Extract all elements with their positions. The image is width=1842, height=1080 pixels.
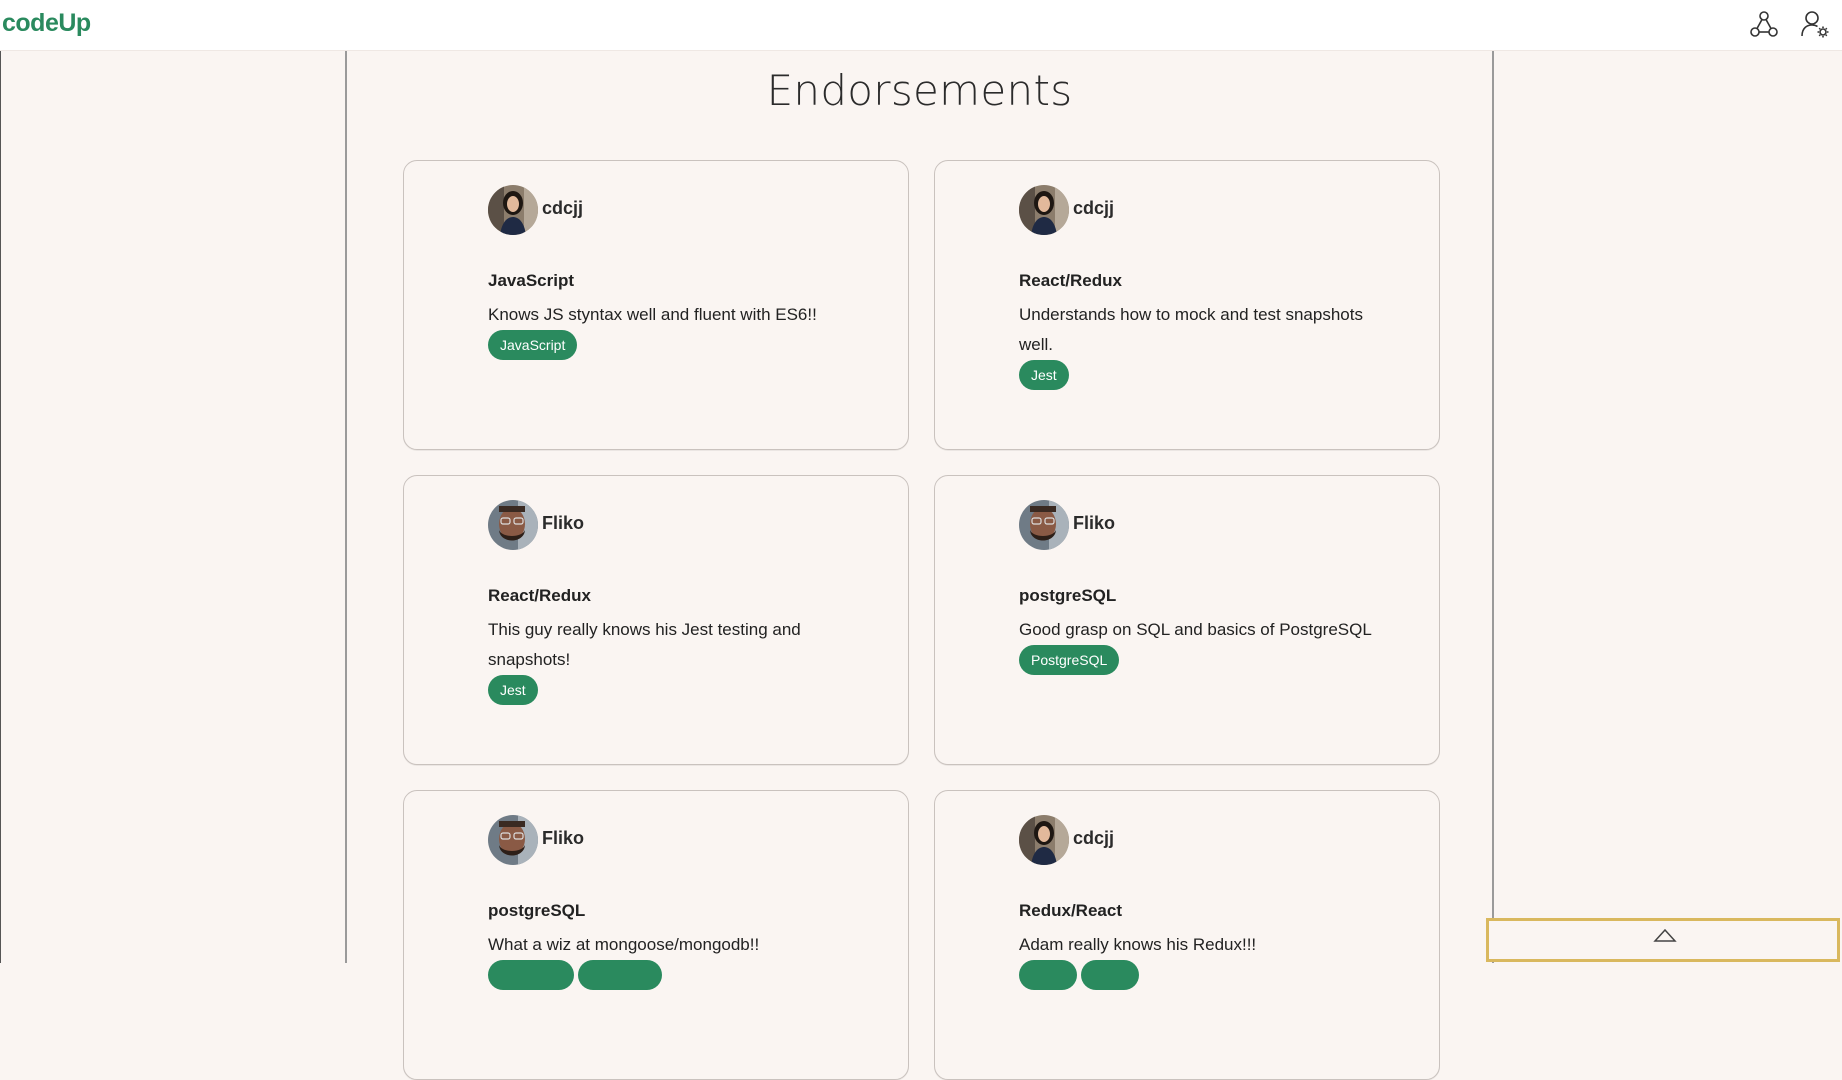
tag-list: Jest <box>1019 360 1379 390</box>
man-avatar[interactable] <box>488 815 538 865</box>
endorsement-comment: What a wiz at mongoose/mongodb!! <box>488 930 848 990</box>
endorsement-card: cdcjj React/Redux Understands how to moc… <box>934 160 1440 450</box>
main-column: Endorsements cdcjj JavaScript Knows JS s… <box>345 51 1494 1080</box>
endorser-username[interactable]: cdcjj <box>542 198 583 219</box>
man-avatar[interactable] <box>488 500 538 550</box>
tag-badge[interactable]: JavaScript <box>488 330 578 360</box>
comment-text: Knows JS styntax well and fluent with ES… <box>488 305 817 324</box>
endorsement-card: cdcjj Redux/React Adam really knows his … <box>934 790 1440 1080</box>
tag-badge[interactable] <box>578 960 662 990</box>
endorsement-card: Fliko postgreSQL What a wiz at mongoose/… <box>403 790 909 1080</box>
comment-text: Adam really knows his Redux!!! <box>1019 935 1257 954</box>
scroll-to-top-button[interactable] <box>1486 918 1840 962</box>
woman-avatar[interactable] <box>488 185 538 235</box>
brand-logo[interactable]: codeUp <box>2 9 91 38</box>
comment-text: What a wiz at mongoose/mongodb!! <box>488 935 760 954</box>
tag-list <box>488 960 848 990</box>
tag-badge[interactable]: PostgreSQL <box>1019 645 1120 675</box>
skill-title: React/Redux <box>488 586 591 605</box>
endorsement-card: cdcjj JavaScript Knows JS styntax well a… <box>403 160 909 450</box>
top-bar: codeUp <box>0 0 1842 51</box>
endorser-username[interactable]: cdcjj <box>1073 198 1114 219</box>
tag-badge[interactable] <box>1081 960 1139 990</box>
endorsement-comment: This guy really knows his Jest testing a… <box>488 615 848 705</box>
skill-title: postgreSQL <box>1019 586 1117 605</box>
woman-avatar[interactable] <box>1019 815 1069 865</box>
tag-badge[interactable]: Jest <box>488 675 538 705</box>
endorser-username[interactable]: Fliko <box>542 828 584 849</box>
comment-text: This guy really knows his Jest testing a… <box>488 620 801 669</box>
skill-title: Redux/React <box>1019 901 1122 920</box>
tag-list: JavaScript <box>488 330 848 360</box>
left-edge-line <box>0 51 1 963</box>
woman-avatar[interactable] <box>1019 185 1069 235</box>
endorser-username[interactable]: cdcjj <box>1073 828 1114 849</box>
skill-title: JavaScript <box>488 271 574 290</box>
tag-badge[interactable] <box>1019 960 1077 990</box>
endorser-username[interactable]: Fliko <box>542 513 584 534</box>
endorsement-comment: Adam really knows his Redux!!! <box>1019 930 1379 990</box>
chevron-up-icon <box>1653 928 1677 942</box>
tag-list: Jest <box>488 675 848 705</box>
tag-list <box>1019 960 1379 990</box>
endorsement-card: Fliko React/Redux This guy really knows … <box>403 475 909 765</box>
endorsement-card: Fliko postgreSQL Good grasp on SQL and b… <box>934 475 1440 765</box>
endorsement-comment: Understands how to mock and test snapsho… <box>1019 300 1379 390</box>
tag-badge[interactable] <box>488 960 574 990</box>
tag-badge[interactable]: Jest <box>1019 360 1069 390</box>
man-avatar[interactable] <box>1019 500 1069 550</box>
skill-title: React/Redux <box>1019 271 1122 290</box>
endorsement-comment: Good grasp on SQL and basics of PostgreS… <box>1019 615 1379 675</box>
network-icon[interactable] <box>1748 8 1780 40</box>
endorsement-comment: Knows JS styntax well and fluent with ES… <box>488 300 848 360</box>
endorser-username[interactable]: Fliko <box>1073 513 1115 534</box>
comment-text: Good grasp on SQL and basics of PostgreS… <box>1019 620 1372 639</box>
tag-list: PostgreSQL <box>1019 645 1379 675</box>
skill-title: postgreSQL <box>488 901 586 920</box>
page-title: Endorsements <box>766 66 1073 115</box>
user-settings-icon[interactable] <box>1799 8 1831 40</box>
comment-text: Understands how to mock and test snapsho… <box>1019 305 1363 354</box>
